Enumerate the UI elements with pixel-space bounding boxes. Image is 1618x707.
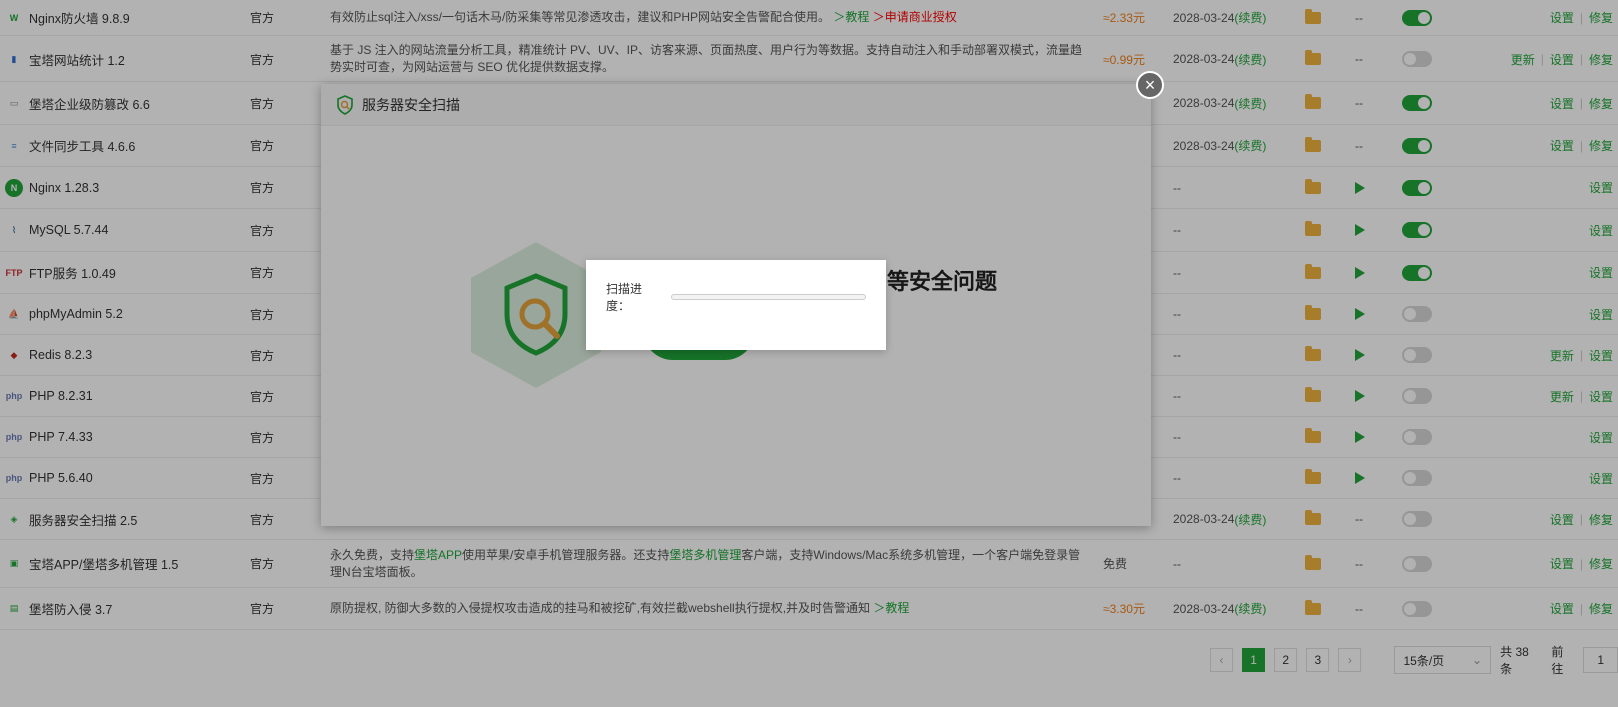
progress-row: 扫描进度：	[606, 280, 866, 314]
progress-bar	[671, 294, 866, 300]
scan-progress-popup: 扫描进度：	[586, 260, 886, 350]
progress-label: 扫描进度：	[606, 282, 643, 313]
close-dialog-button[interactable]: ×	[1136, 71, 1164, 99]
